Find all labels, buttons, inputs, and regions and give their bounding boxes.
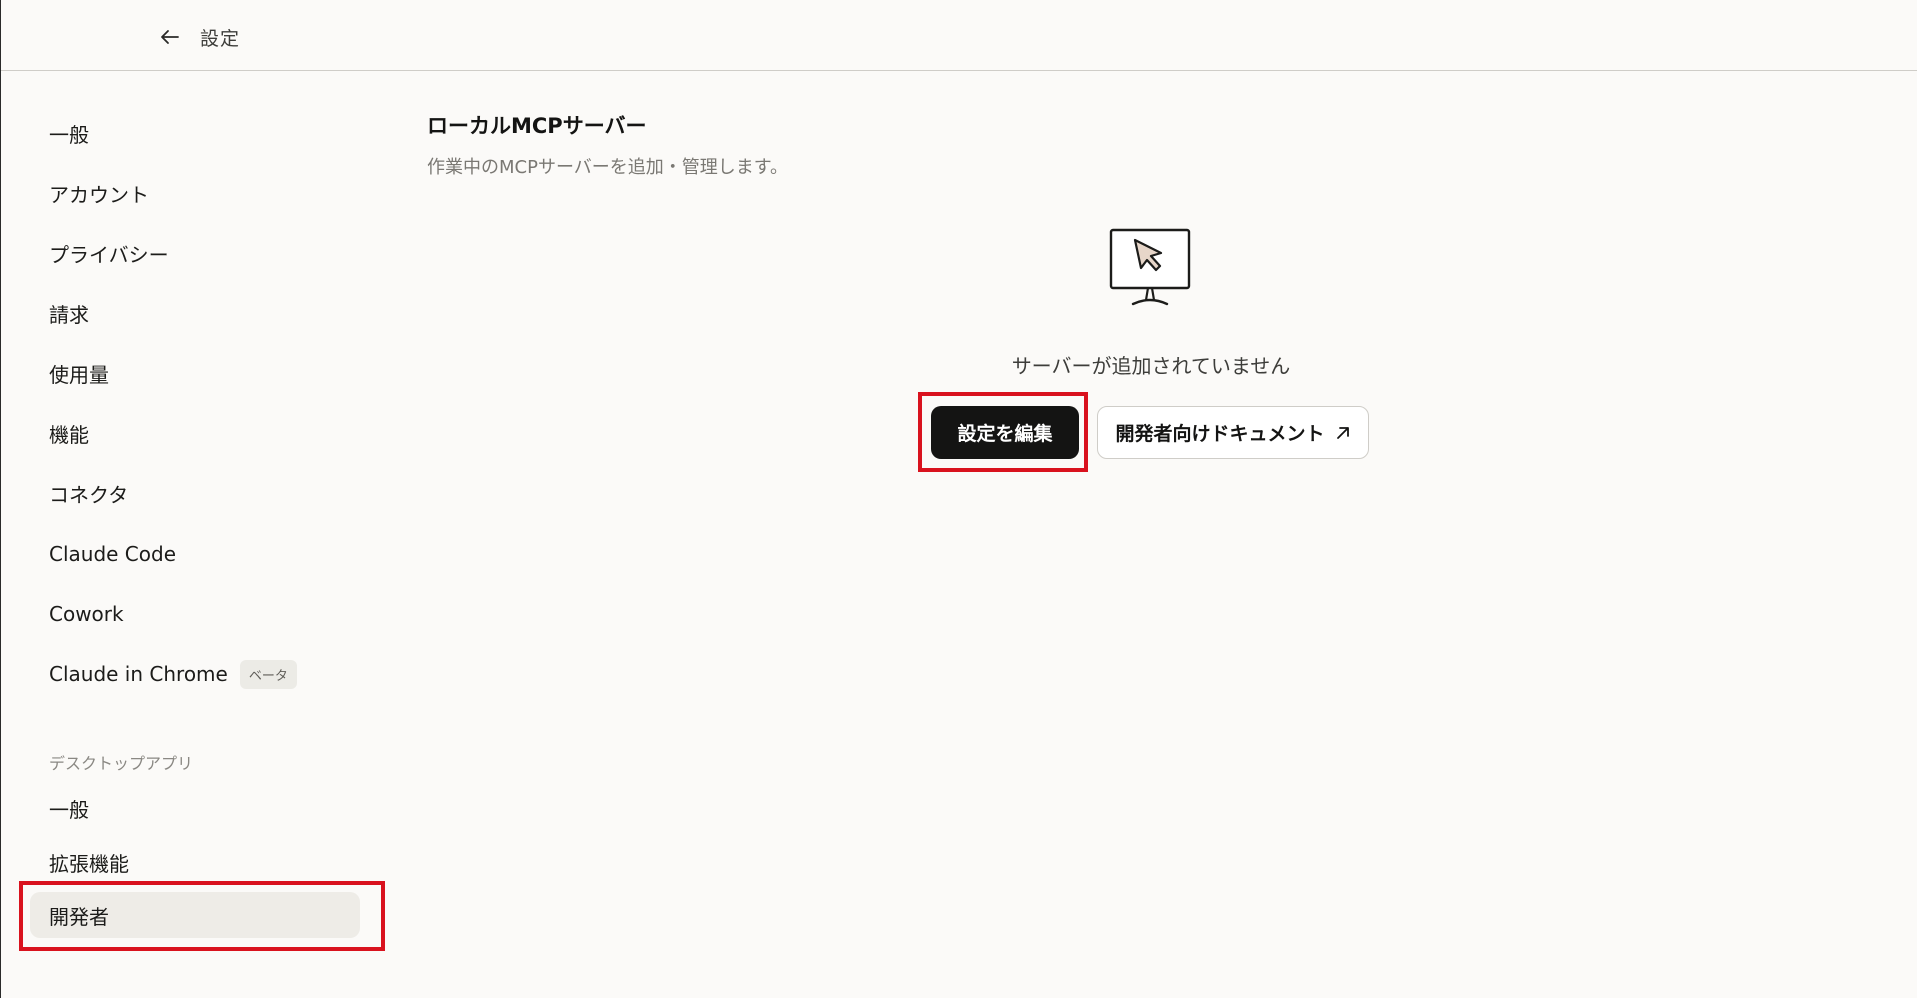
beta-badge: ベータ xyxy=(239,659,297,689)
external-arrow-icon xyxy=(1336,426,1349,439)
sidebar-item-label: Claude in Chrome xyxy=(49,662,228,686)
sidebar-item-label: プライバシー xyxy=(49,242,169,267)
developer-docs-button[interactable]: 開発者向けドキュメント xyxy=(1097,406,1369,459)
monitor-cursor-icon xyxy=(1107,226,1193,312)
arrow-left-icon xyxy=(161,30,179,44)
section-description: 作業中のMCPサーバーを追加・管理します。 xyxy=(427,157,788,178)
sidebar-item-label: 開発者 xyxy=(49,904,109,929)
docs-button-label: 開発者向けドキュメント xyxy=(1115,423,1325,445)
back-button[interactable] xyxy=(156,23,184,51)
sidebar-item-label: 機能 xyxy=(49,422,89,447)
sidebar-item-billing[interactable]: 請求 xyxy=(30,290,360,336)
sidebar-item-label: Cowork xyxy=(49,602,124,626)
sidebar-item-cowork[interactable]: Cowork xyxy=(30,591,360,637)
sidebar-item-label: コネクタ xyxy=(49,482,129,507)
edit-config-button[interactable]: 設定を編集 xyxy=(931,406,1079,459)
sidebar-item-claude-code[interactable]: Claude Code xyxy=(30,531,360,577)
page-title: 設定 xyxy=(200,28,241,50)
sidebar-item-label: 使用量 xyxy=(49,362,109,387)
sidebar-item-developer[interactable]: 開発者 xyxy=(30,892,360,938)
sidebar-item-label: 一般 xyxy=(49,122,89,147)
sidebar-item-label: アカウント xyxy=(49,182,149,207)
sidebar-item-privacy[interactable]: プライバシー xyxy=(30,230,360,276)
sidebar-item-desktop-general[interactable]: 一般 xyxy=(30,785,360,831)
section-title: ローカルMCPサーバー xyxy=(427,114,647,138)
sidebar-item-connectors[interactable]: コネクタ xyxy=(30,470,360,516)
sidebar-item-usage[interactable]: 使用量 xyxy=(30,350,360,396)
sidebar-item-claude-in-chrome[interactable]: Claude in Chrome ベータ xyxy=(30,651,360,697)
settings-window: 設定 一般 アカウント プライバシー 請求 使用量 機能 コネクタ Claude… xyxy=(0,0,1917,998)
sidebar-item-label: 拡張機能 xyxy=(49,851,129,876)
sidebar-item-label: Claude Code xyxy=(49,542,177,566)
sidebar-item-account[interactable]: アカウント xyxy=(30,170,360,216)
top-bar: 設定 xyxy=(1,0,1917,71)
sidebar-item-extensions[interactable]: 拡張機能 xyxy=(30,839,360,885)
section-label-desktop-app: デスクトップアプリ xyxy=(49,754,194,773)
sidebar-item-general[interactable]: 一般 xyxy=(30,110,360,156)
sidebar-item-label: 一般 xyxy=(49,797,89,822)
empty-state-text: サーバーが追加されていません xyxy=(1011,354,1291,378)
sidebar-item-label: 請求 xyxy=(49,302,89,327)
sidebar-item-features[interactable]: 機能 xyxy=(30,410,360,456)
